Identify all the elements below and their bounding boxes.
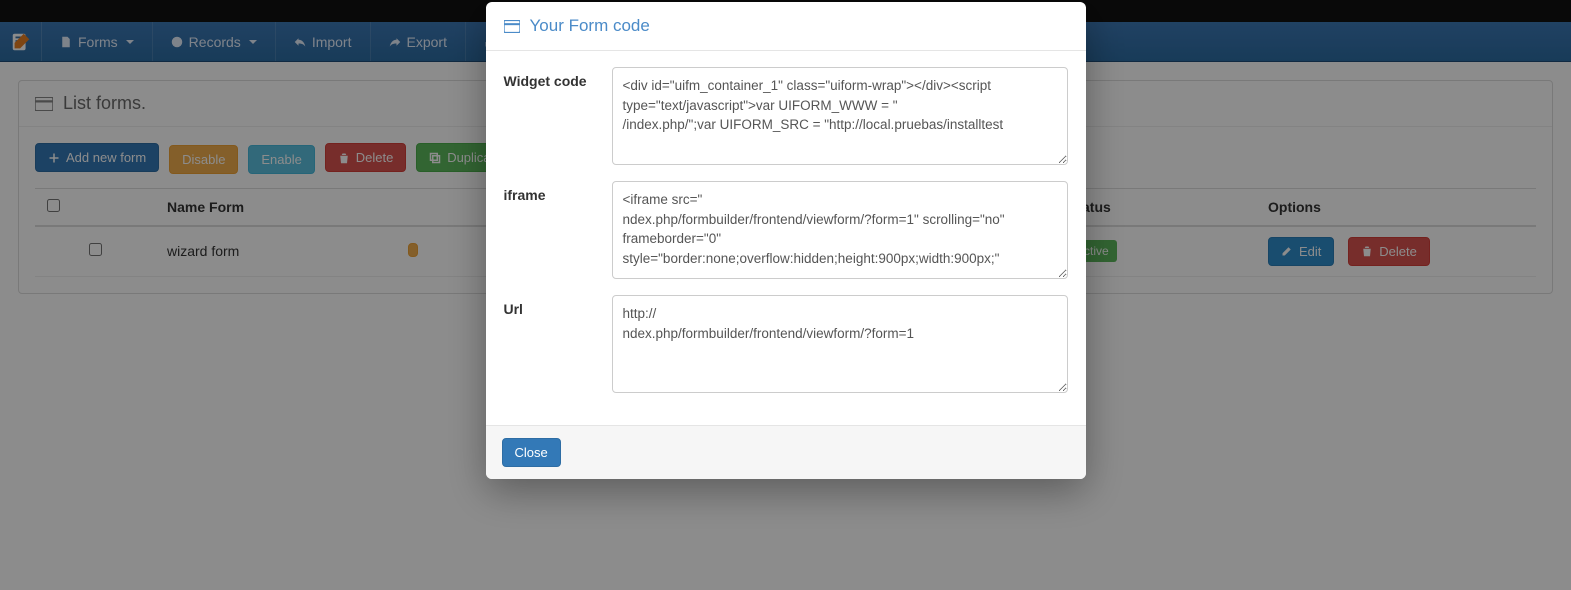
widget-code-label: Widget code xyxy=(504,67,594,165)
card-icon xyxy=(504,20,520,33)
url-textarea[interactable] xyxy=(612,295,1068,393)
modal-title: Your Form code xyxy=(530,16,650,36)
form-code-modal: Your Form code Widget code iframe Url Cl… xyxy=(486,2,1086,479)
close-button[interactable]: Close xyxy=(502,438,561,467)
widget-code-textarea[interactable] xyxy=(612,67,1068,165)
url-label: Url xyxy=(504,295,594,393)
modal-header: Your Form code xyxy=(486,2,1086,51)
iframe-label: iframe xyxy=(504,181,594,279)
iframe-textarea[interactable] xyxy=(612,181,1068,279)
